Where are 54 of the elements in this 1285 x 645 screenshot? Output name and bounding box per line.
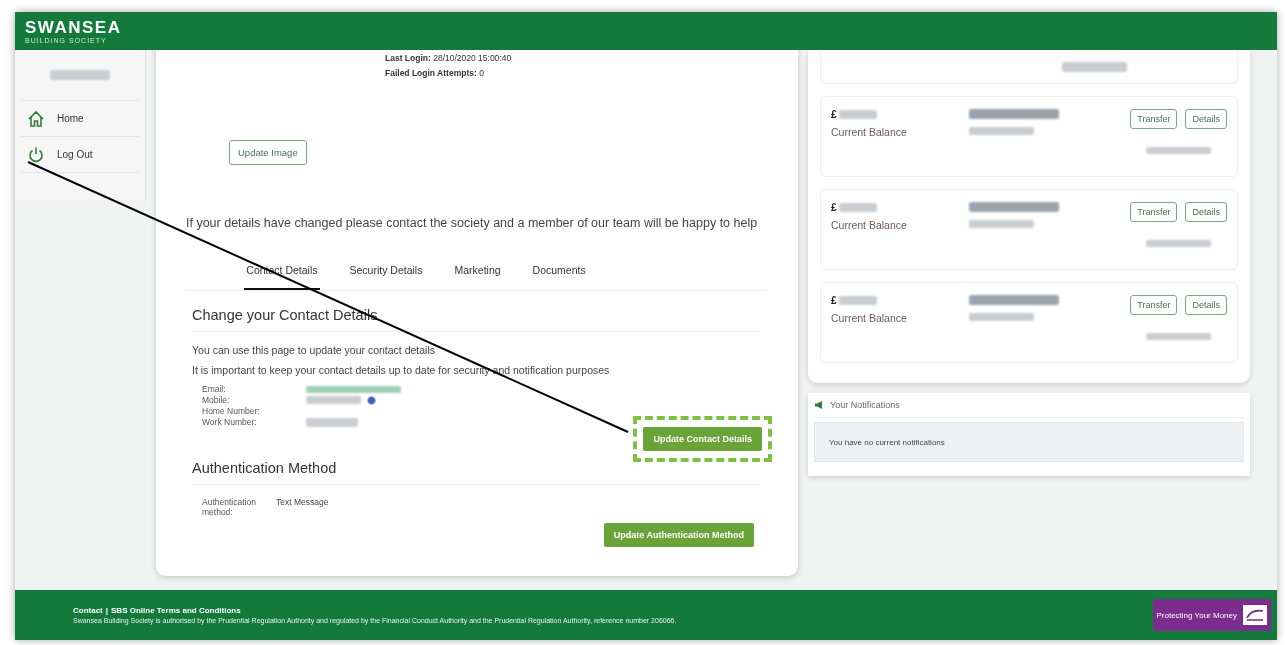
fscs-badge[interactable]: Protecting Your Money — [1152, 599, 1271, 631]
field-value: Text Message — [276, 497, 329, 509]
blurred-name — [50, 70, 110, 80]
protection-logo-icon — [1243, 605, 1267, 625]
notification-message: You have no current notifications — [829, 437, 945, 447]
currency-symbol: £ — [831, 109, 837, 120]
blurred-value — [969, 127, 1034, 135]
currency-symbol: £ — [831, 295, 837, 306]
blurred-value — [1062, 61, 1127, 72]
logo-title[interactable]: SWANSEA — [25, 18, 122, 36]
sidebar-item[interactable]: Log Out — [21, 137, 139, 173]
panel-title: Your Notifications — [830, 400, 900, 410]
blurred-value — [838, 110, 877, 119]
login-info: Failed Login Attempts: 0 — [385, 68, 485, 78]
field-label: Email: — [202, 384, 227, 394]
field-label: Home Number: — [202, 406, 261, 416]
verified-radio-icon — [367, 395, 376, 405]
currency-symbol: £ — [831, 202, 837, 213]
blurred-value — [306, 417, 358, 427]
blurred-value — [306, 396, 361, 404]
tab[interactable]: Documents — [530, 258, 588, 290]
power-icon — [27, 145, 45, 164]
account-button[interactable]: Details — [1185, 109, 1227, 129]
footer-link[interactable]: SBS Online Terms and Conditions — [111, 606, 241, 615]
tab[interactable]: Security Details — [347, 258, 425, 290]
field-label: Work Number: — [202, 417, 258, 427]
blurred-value — [838, 203, 877, 212]
sidebar-item[interactable]: Home — [21, 101, 139, 137]
blurred-value — [1146, 240, 1212, 247]
login-info: Last Login: 28/10/2020 15:00:40 — [385, 53, 512, 63]
megaphone-icon — [814, 400, 825, 410]
footer-link[interactable]: Contact — [73, 606, 103, 615]
home-icon — [27, 109, 45, 128]
account-button[interactable]: Transfer — [1130, 202, 1178, 222]
account-button[interactable]: Transfer — [1130, 295, 1178, 315]
blurred-value — [838, 296, 877, 305]
account-button[interactable]: Details — [1185, 295, 1227, 315]
link-separator: | — [105, 606, 109, 615]
balance-label: Current Balance — [831, 126, 908, 138]
blurred-value — [1146, 147, 1212, 154]
blurred-value — [969, 313, 1034, 321]
update-image-button[interactable]: Update Image — [229, 140, 307, 165]
blurred-value — [1146, 333, 1212, 340]
account-button[interactable]: Details — [1185, 202, 1227, 222]
notice-text: If your details have changed please contact the society and a member of our team will be happy to help — [186, 216, 759, 230]
tab[interactable]: Marketing — [452, 258, 503, 290]
field-label: Mobile: — [202, 395, 231, 405]
paragraph: You can use this page to update your contact details — [192, 344, 437, 356]
blurred-value — [969, 220, 1034, 228]
account-button[interactable]: Transfer — [1130, 109, 1178, 129]
field-label: Authentication method: — [202, 497, 257, 517]
balance-label: Current Balance — [831, 312, 908, 324]
balance-label: Current Balance — [831, 219, 908, 231]
section-heading: Authentication Method — [192, 460, 760, 485]
